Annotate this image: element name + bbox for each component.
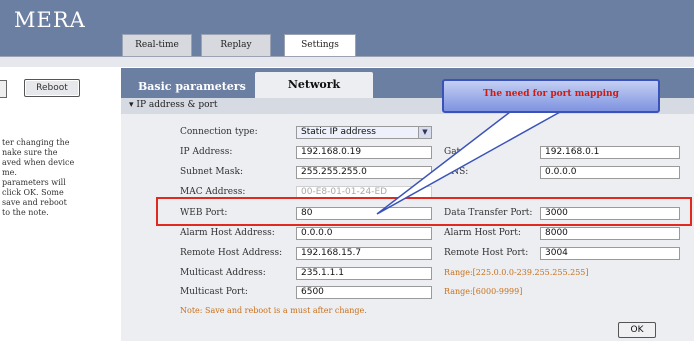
tab-basic-parameters[interactable]: Basic parameters [138,80,246,93]
tab-real-time[interactable]: Real-time [122,34,192,56]
dns-field[interactable]: 0.0.0.0 [540,166,680,179]
gateway-label: Gateway: [444,147,487,157]
connection-type-select[interactable]: Static IP address ▼ [296,126,432,139]
multicast-address-label: Multicast Address: [180,268,266,278]
alarm-host-address-field[interactable]: 0.0.0.0 [296,227,432,240]
remote-host-address-field[interactable]: 192.168.15.7 [296,247,432,260]
dns-label: DNS: [444,167,469,177]
chevron-down-icon[interactable]: ▼ [418,127,431,138]
sidebar-note-line: to the note. [2,208,49,217]
sidebar-notes: ter changing the nake sure the aved when… [2,138,112,218]
ok-button[interactable]: OK [618,322,656,338]
multicast-address-field[interactable]: 235.1.1.1 [296,267,432,280]
annotation-callout-text: The need for port mapping [483,89,619,99]
connection-type-label: Connection type: [180,127,258,137]
gateway-field[interactable]: 192.168.0.1 [540,146,680,159]
remote-host-address-label: Remote Host Address: [180,248,283,258]
sidebar-note-line: aved when device [2,158,75,167]
ip-address-field[interactable]: 192.168.0.19 [296,146,432,159]
tab-network-parameters[interactable]: Network Parameters [255,72,373,117]
ip-address-label: IP Address: [180,147,233,157]
multicast-port-range: Range:[6000-9999] [444,287,523,296]
section-title-label: IP address & port [136,100,218,110]
subnet-mask-field[interactable]: 255.255.255.0 [296,166,432,179]
tab-settings[interactable]: Settings [284,34,356,57]
multicast-address-range: Range:[225.0.0.0-239.255.255.255] [444,268,589,277]
mac-address-label: MAC Address: [180,187,246,197]
alarm-host-port-field[interactable]: 8000 [540,227,680,240]
alarm-host-port-label: Alarm Host Port: [444,228,521,238]
port-highlight-box [156,197,692,226]
collapse-triangle-icon: ▾ [129,100,134,110]
sidebar-note-line: save and reboot [2,198,67,207]
tab-replay[interactable]: Replay [201,34,271,56]
subnet-mask-label: Subnet Mask: [180,167,244,177]
alarm-host-address-label: Alarm Host Address: [180,228,275,238]
sidebar-note-line: ter changing the [2,138,70,147]
app-title: MERA [14,8,86,32]
reboot-button[interactable]: Reboot [24,79,80,97]
sidebar-note-line: nake sure the [2,148,58,157]
sidebar-note-line: click OK. Some [2,188,64,197]
remote-host-port-label: Remote Host Port: [444,248,529,258]
sidebar-note-line: parameters will [2,178,66,187]
tab-underline-strip [0,56,694,67]
section-title[interactable]: ▾ IP address & port [129,100,217,110]
save-reboot-note: Note: Save and reboot is a must after ch… [180,306,367,315]
remote-host-port-field[interactable]: 3004 [540,247,680,260]
sidebar-note-line: me. [2,168,17,177]
connection-type-value: Static IP address [301,127,376,137]
multicast-port-label: Multicast Port: [180,287,248,297]
cropped-control-fragment [0,80,7,98]
multicast-port-field[interactable]: 6500 [296,286,432,299]
